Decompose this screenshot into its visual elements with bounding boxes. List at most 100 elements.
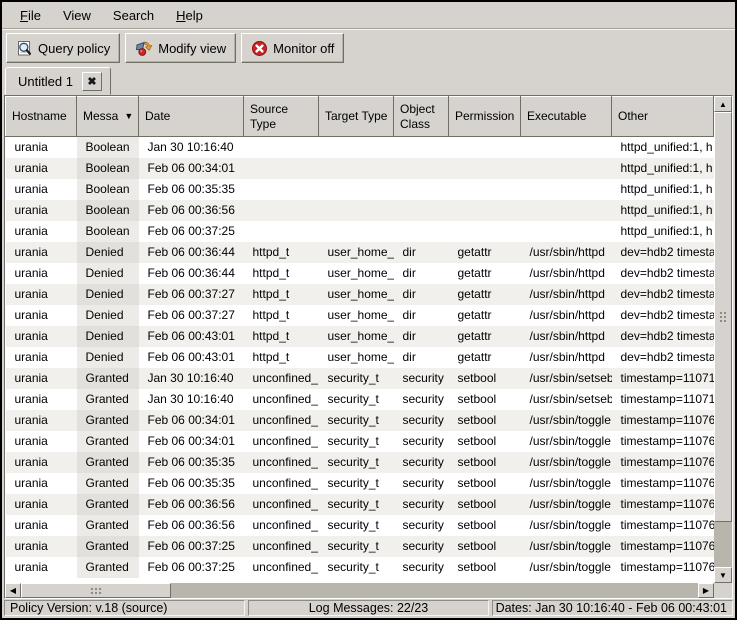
cell: httpd_t [244,263,319,284]
cell: setbool [449,494,521,515]
column-header-hostname[interactable]: Hostname [6,97,77,137]
table-row[interactable]: uraniaDeniedFeb 06 00:36:44httpd_tuser_h… [6,242,714,263]
cell: /usr/sbin/toggle [521,494,612,515]
column-header-executable[interactable]: Executable [521,97,612,137]
horizontal-scrollbar-track[interactable] [21,583,698,598]
table-row[interactable]: uraniaDeniedFeb 06 00:36:44httpd_tuser_h… [6,263,714,284]
cell: unconfined_ [244,368,319,389]
horizontal-scrollbar-thumb[interactable] [21,583,171,598]
menu-view[interactable]: View [52,3,102,28]
table-row[interactable]: uraniaGrantedJan 30 10:16:40unconfined_s… [6,368,714,389]
cell [521,221,612,242]
table-row[interactable]: uraniaGrantedFeb 06 00:35:35unconfined_s… [6,473,714,494]
cell: urania [6,389,77,410]
table-row[interactable]: uraniaBooleanFeb 06 00:34:01httpd_unifie… [6,158,714,179]
cell [449,179,521,200]
cell: setbool [449,410,521,431]
vertical-scrollbar[interactable]: ▲ ▼ [714,96,732,583]
monitor-off-button[interactable]: Monitor off [241,33,344,63]
cell [319,137,394,158]
horizontal-scrollbar[interactable]: ◀ ▶ [5,583,714,598]
cell: /usr/sbin/httpd [521,326,612,347]
cell: Boolean [77,200,139,221]
table-row[interactable]: uraniaDeniedFeb 06 00:43:01httpd_tuser_h… [6,347,714,368]
table-row[interactable]: uraniaBooleanFeb 06 00:37:25httpd_unifie… [6,221,714,242]
cell: httpd_unified:1, h [612,179,714,200]
scroll-down-icon: ▼ [719,571,727,580]
column-header-date[interactable]: Date [139,97,244,137]
query-policy-button[interactable]: Query policy [6,33,120,63]
cell: Feb 06 00:34:01 [139,431,244,452]
cell: Feb 06 00:43:01 [139,326,244,347]
cell: security [394,557,449,578]
table-row[interactable]: uraniaGrantedFeb 06 00:37:25unconfined_s… [6,557,714,578]
column-header-source-type[interactable]: Source Type [244,97,319,137]
table-row[interactable]: uraniaGrantedFeb 06 00:36:56unconfined_s… [6,494,714,515]
cell: urania [6,494,77,515]
vertical-scrollbar-track[interactable] [714,112,732,567]
table-row[interactable]: uraniaGrantedFeb 06 00:36:56unconfined_s… [6,515,714,536]
table-row[interactable]: uraniaGrantedFeb 06 00:34:01unconfined_s… [6,431,714,452]
cell: timestamp=11076 [612,410,714,431]
scroll-up-button[interactable]: ▲ [714,96,732,112]
menu-help[interactable]: Help [165,3,214,28]
cell [449,221,521,242]
cell: Granted [77,557,139,578]
cell: Feb 06 00:35:35 [139,473,244,494]
table-row[interactable]: uraniaBooleanFeb 06 00:35:35httpd_unifie… [6,179,714,200]
log-scrolled-window: Hostname Messa▼ Date Source Type Target … [4,95,733,599]
header-row: Hostname Messa▼ Date Source Type Target … [6,97,714,137]
menu-file[interactable]: File [9,3,52,28]
cell: Granted [77,452,139,473]
table-row[interactable]: uraniaGrantedFeb 06 00:37:25unconfined_s… [6,536,714,557]
cell: dev=hdb2 timesta [612,326,714,347]
modify-view-button[interactable]: Modify view [125,33,236,63]
cell: unconfined_ [244,452,319,473]
cell: getattr [449,326,521,347]
table-row[interactable]: uraniaDeniedFeb 06 00:37:27httpd_tuser_h… [6,305,714,326]
cell: httpd_unified:1, h [612,137,714,158]
scrollbar-grip [91,588,93,590]
scroll-left-icon: ◀ [10,586,16,595]
column-header-object-class[interactable]: Object Class [394,97,449,137]
cell [394,137,449,158]
cell: Feb 06 00:36:44 [139,242,244,263]
cell: timestamp=11071 [612,389,714,410]
column-header-permission[interactable]: Permission [449,97,521,137]
cell: Feb 06 00:37:27 [139,305,244,326]
tab-untitled-1[interactable]: Untitled 1 ✖ [5,67,111,95]
cell: dev=hdb2 timesta [612,284,714,305]
cell [449,137,521,158]
column-header-target-type[interactable]: Target Type [319,97,394,137]
scroll-right-button[interactable]: ▶ [698,583,714,598]
menu-search[interactable]: Search [102,3,165,28]
table-row[interactable]: uraniaDeniedFeb 06 00:37:27httpd_tuser_h… [6,284,714,305]
cell: getattr [449,284,521,305]
cell: Granted [77,410,139,431]
table-row[interactable]: uraniaBooleanFeb 06 00:36:56httpd_unifie… [6,200,714,221]
table-row[interactable]: uraniaDeniedFeb 06 00:43:01httpd_tuser_h… [6,326,714,347]
cell: Jan 30 10:16:40 [139,389,244,410]
cell: unconfined_ [244,410,319,431]
table-row[interactable]: uraniaBooleanJan 30 10:16:40httpd_unifie… [6,137,714,158]
scroll-left-button[interactable]: ◀ [5,583,21,598]
column-header-message[interactable]: Messa▼ [77,97,139,137]
cell [319,200,394,221]
cell: httpd_t [244,242,319,263]
table-row[interactable]: uraniaGrantedJan 30 10:16:40unconfined_s… [6,389,714,410]
table-row[interactable]: uraniaGrantedFeb 06 00:35:35unconfined_s… [6,452,714,473]
table-row[interactable]: uraniaGrantedFeb 06 00:34:01unconfined_s… [6,410,714,431]
cell: unconfined_ [244,431,319,452]
cell: urania [6,515,77,536]
cell [521,137,612,158]
tab-close-button[interactable]: ✖ [82,72,102,91]
cell: dev=hdb2 timesta [612,242,714,263]
scroll-down-button[interactable]: ▼ [714,567,732,583]
column-header-other[interactable]: Other [612,97,714,137]
cell: unconfined_ [244,536,319,557]
modify-view-icon [135,39,153,57]
cell: Feb 06 00:35:35 [139,179,244,200]
cell [319,179,394,200]
cell: Boolean [77,179,139,200]
vertical-scrollbar-thumb[interactable] [714,112,732,522]
